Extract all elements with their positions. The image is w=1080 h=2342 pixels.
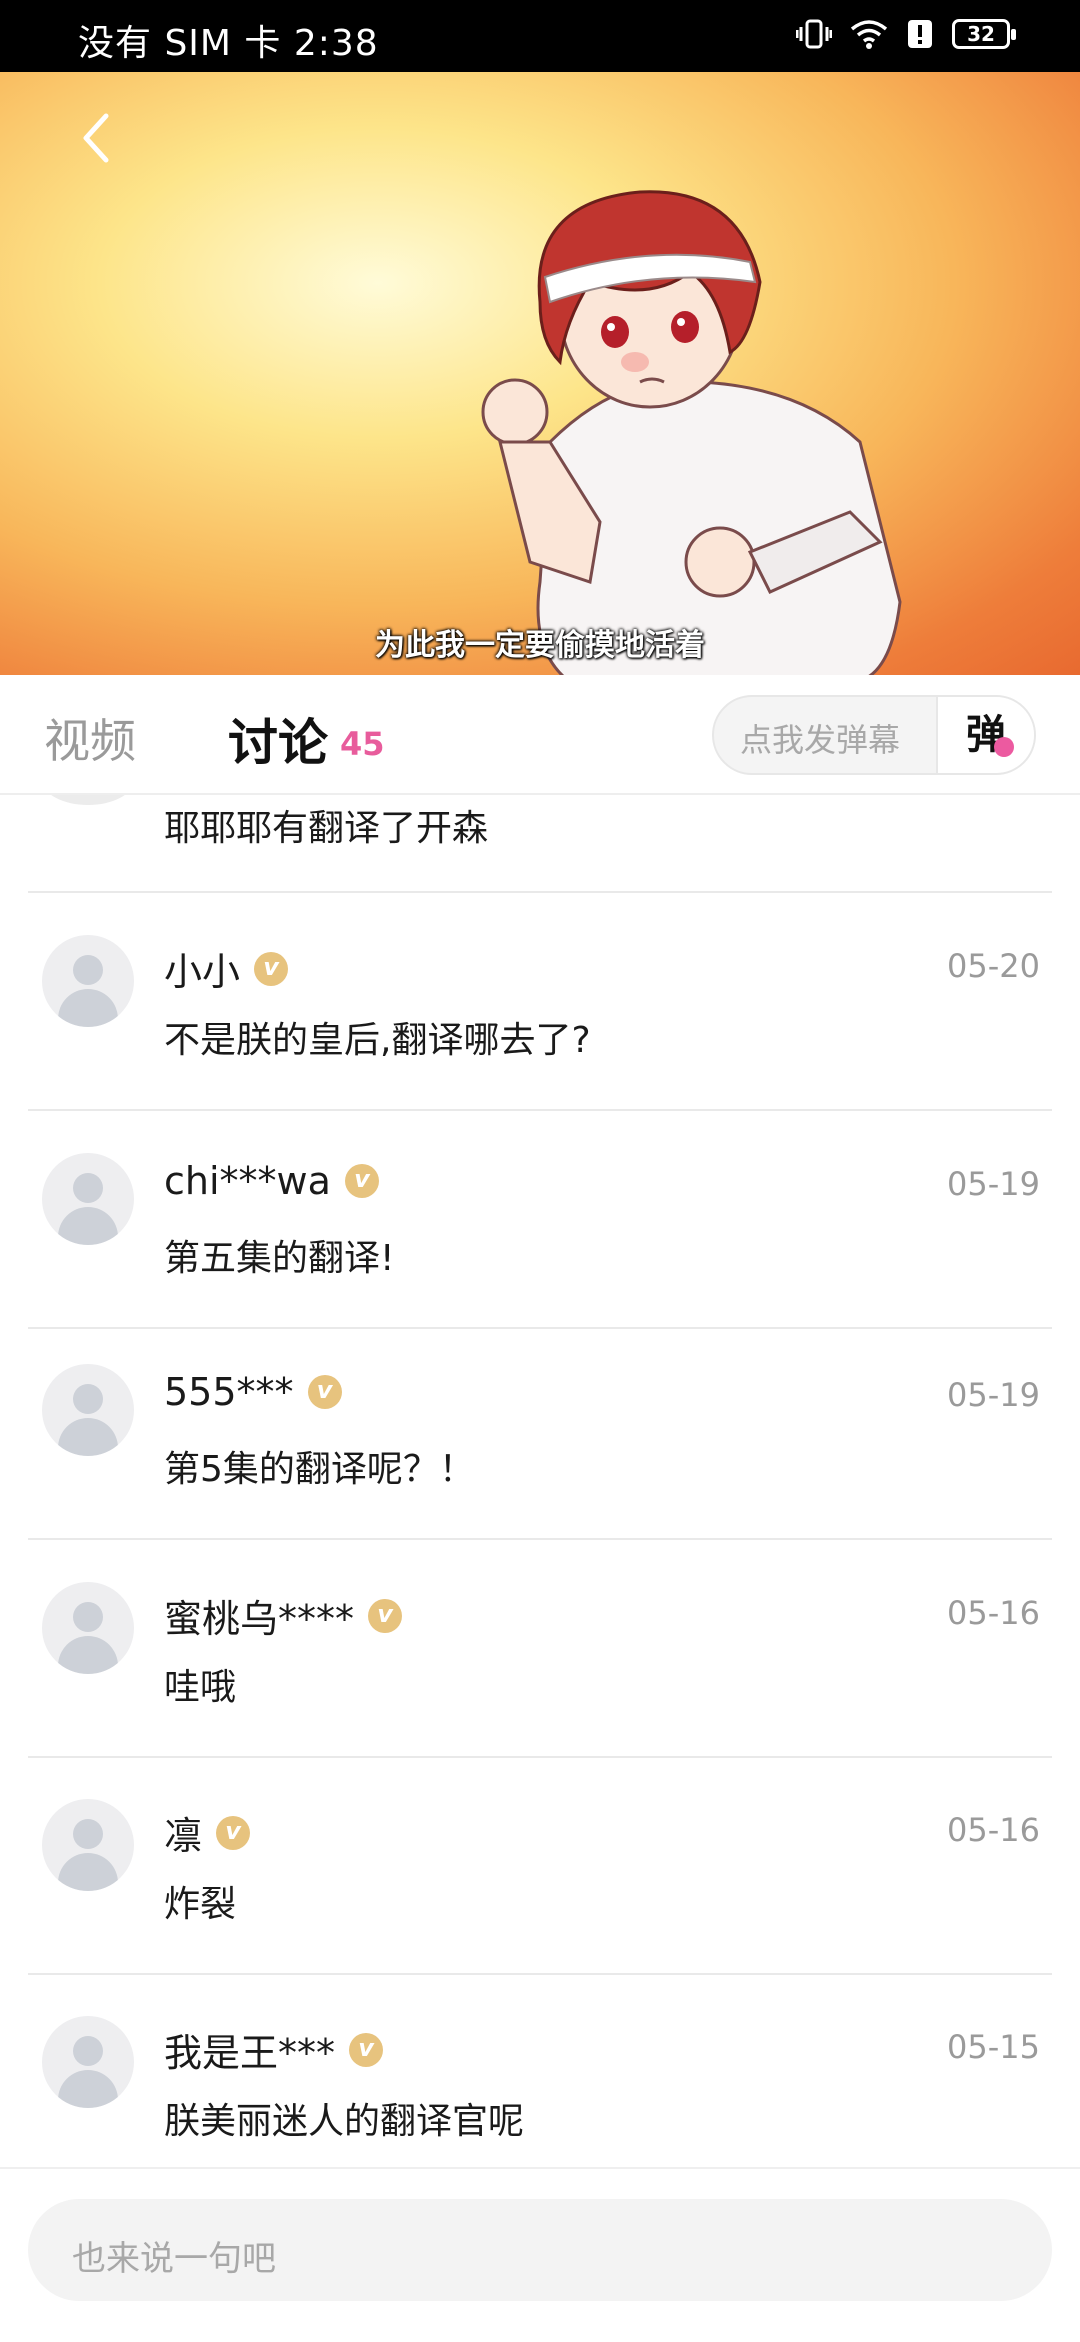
video-subtitle: 为此我一定要偷摸地活着 (375, 628, 705, 663)
list-item[interactable]: 凛 05-16 炸裂 (28, 1757, 1052, 1975)
comment-date: 05-19 (947, 1165, 1040, 1203)
comment-date: 05-19 (947, 1376, 1040, 1414)
wifi-icon (850, 20, 888, 49)
danmaku-placeholder: 点我发弹幕 (740, 721, 901, 759)
username-text: chi***wa (164, 1159, 331, 1203)
comment-date: 05-15 (947, 2028, 1040, 2066)
verified-icon (349, 2032, 384, 2067)
comment-text: 哇哦 (164, 1667, 237, 1708)
danmaku-input[interactable]: 点我发弹幕 弹 (712, 695, 1036, 775)
comment-input[interactable]: 也来说一句吧 (28, 2199, 1052, 2301)
default-avatar-icon[interactable] (42, 1582, 134, 1674)
username: 凛 (164, 1805, 251, 1860)
default-avatar-icon[interactable] (42, 1153, 134, 1245)
username-text: 蜜桃乌**** (164, 1597, 355, 1641)
username-text: 555*** (164, 1370, 294, 1414)
danmaku-check-icon (994, 737, 1014, 757)
comment-date: 05-16 (947, 1594, 1040, 1632)
list-item[interactable]: 我是王*** 05-15 朕美丽迷人的翻译官呢 (28, 1974, 1052, 2167)
list-item[interactable]: 小小 05-20 不是朕的皇后,翻译哪去了? (28, 893, 1052, 1111)
tab-discussion[interactable]: 讨论 (228, 703, 328, 775)
back-icon[interactable] (72, 108, 122, 168)
username: 555*** (164, 1370, 342, 1414)
status-icons: 32 (796, 18, 1016, 50)
comment-text: 炸裂 (164, 1884, 237, 1925)
list-item[interactable]: 555*** 05-19 第5集的翻译呢？！ (28, 1322, 1052, 1540)
anime-character-illustration (481, 190, 902, 675)
verified-icon (368, 1598, 403, 1633)
username-text: 小小 (164, 950, 241, 994)
default-avatar-icon[interactable] (42, 935, 134, 1027)
default-avatar-icon[interactable] (42, 1364, 134, 1456)
tab-video[interactable]: 视频 (44, 705, 136, 771)
comment-text: 耶耶耶有翻译了开森 (164, 808, 489, 849)
comment-text: 第5集的翻译呢？！ (164, 1449, 475, 1490)
vibrate-icon (796, 19, 832, 49)
username: 我是王*** (164, 2022, 384, 2077)
alert-icon (908, 20, 932, 48)
verified-icon (307, 1375, 342, 1409)
tab-bar: 视频 讨论 45 点我发弹幕 弹 (0, 675, 1080, 795)
carrier-time: 没有 SIM 卡 2:38 (78, 23, 379, 64)
comment-input-placeholder: 也来说一句吧 (72, 2239, 276, 2279)
verified-icon (344, 1164, 379, 1198)
discussion-count: 45 (340, 725, 385, 763)
default-avatar-icon (42, 795, 134, 805)
list-item[interactable]: chi***wa 05-19 第五集的翻译! (28, 1111, 1052, 1329)
verified-icon (254, 951, 289, 986)
battery-icon: 32 (952, 19, 1016, 49)
comment-text: 朕美丽迷人的翻译官呢 (164, 2101, 525, 2142)
comment-text: 第五集的翻译! (164, 1238, 395, 1279)
comment-date: 05-16 (947, 1811, 1040, 1849)
comment-list[interactable]: 耶耶耶有翻译了开森 小小 05-20 不是朕的皇后,翻译哪去了? chi***w… (0, 795, 1080, 2167)
username: 蜜桃乌**** (164, 1588, 403, 1643)
danmaku-toggle-button[interactable]: 弹 (936, 697, 1034, 773)
comment-text: 不是朕的皇后,翻译哪去了? (164, 1020, 591, 1061)
username: chi***wa (164, 1159, 379, 1203)
list-item[interactable]: 耶耶耶有翻译了开森 (28, 795, 1052, 893)
default-avatar-icon[interactable] (42, 1799, 134, 1891)
status-bar: 没有 SIM 卡 2:38 32 (0, 0, 1080, 72)
verified-icon (216, 1815, 251, 1850)
video-player[interactable]: 为此我一定要偷摸地活着 (0, 72, 1080, 675)
comment-input-bar: 也来说一句吧 (0, 2167, 1080, 2342)
comment-date: 05-20 (947, 947, 1040, 985)
username-text: 凛 (164, 1814, 203, 1858)
default-avatar-icon[interactable] (42, 2016, 134, 2108)
username: 小小 (164, 941, 289, 996)
list-item[interactable]: 蜜桃乌**** 05-16 哇哦 (28, 1540, 1052, 1758)
username-text: 我是王*** (164, 2031, 336, 2075)
